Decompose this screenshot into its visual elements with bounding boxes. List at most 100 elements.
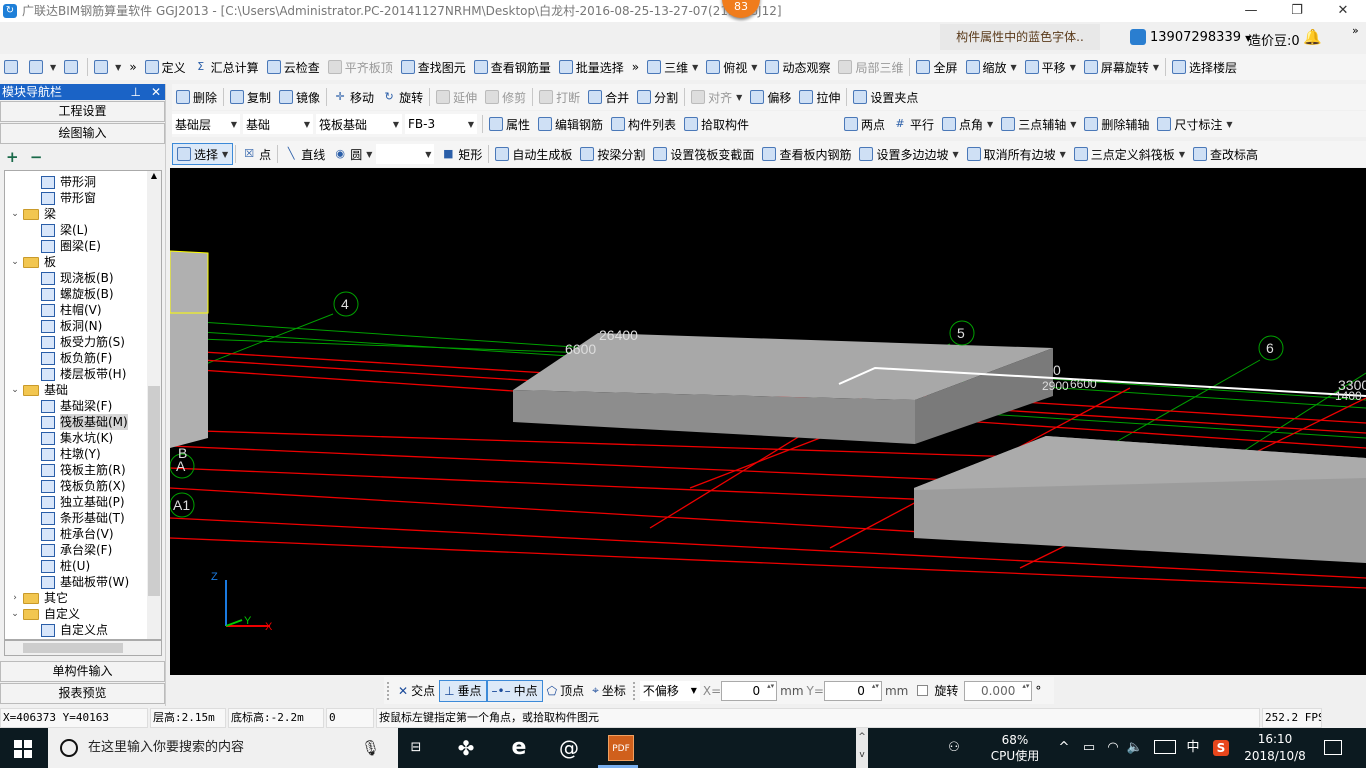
more-button[interactable]: »: [628, 56, 643, 78]
tree-item[interactable]: 带形窗: [5, 190, 161, 206]
user-account[interactable]: 13907298339 ▼: [1150, 30, 1251, 45]
keyboard-icon[interactable]: [1154, 740, 1176, 754]
tree-item[interactable]: 集水坑(K): [5, 430, 161, 446]
sigma-button[interactable]: Σ 汇总计算: [190, 56, 263, 78]
battery-icon[interactable]: ▭: [1080, 728, 1098, 768]
break-button[interactable]: 打断: [535, 86, 584, 108]
chevron-down-icon[interactable]: ▼: [366, 150, 372, 159]
tree-folder[interactable]: ⌄ 板: [5, 254, 161, 270]
chevron-down-icon[interactable]: ▼: [952, 150, 958, 159]
multi-slope-button[interactable]: 设置多边边坡 ▼: [855, 143, 962, 165]
screen-rotate-button[interactable]: 屏幕旋转 ▼: [1080, 56, 1163, 78]
tree-item[interactable]: 楼层板带(H): [5, 366, 161, 382]
tree-item[interactable]: 桩承台(V): [5, 526, 161, 542]
tree-item[interactable]: 筏板主筋(R): [5, 462, 161, 478]
define-button[interactable]: 定义: [141, 56, 190, 78]
chevron-down-icon[interactable]: ⌄: [9, 382, 21, 398]
split-button[interactable]: 分割: [633, 86, 682, 108]
type-select[interactable]: 筏板基础 ▼: [316, 114, 402, 134]
cancel-slope-button[interactable]: 取消所有边坡 ▼: [963, 143, 1070, 165]
snap-perpendicular-toggle[interactable]: ⊥ 垂点: [439, 679, 487, 702]
user-avatar-icon[interactable]: [1130, 29, 1146, 45]
properties-button[interactable]: 属性: [485, 113, 534, 135]
rotate-checkbox[interactable]: [917, 685, 929, 696]
tree-folder[interactable]: ⌄ 梁: [5, 206, 161, 222]
volume-icon[interactable]: 🔈: [1126, 728, 1144, 768]
chevron-down-icon[interactable]: ⌄: [9, 254, 21, 270]
top-view-button[interactable]: 俯视 ▼: [702, 56, 761, 78]
scroll-up-icon[interactable]: ▲: [147, 171, 161, 180]
member-select[interactable]: FB-3 ▼: [405, 114, 477, 134]
mirror-button[interactable]: 镜像: [275, 86, 324, 108]
tree-item[interactable]: 圈梁(E): [5, 238, 161, 254]
point-angle-button[interactable]: 点角 ▼: [938, 113, 997, 135]
select-floor-button[interactable]: 选择楼层: [1168, 56, 1241, 78]
collapse-all-icon[interactable]: −: [30, 148, 43, 166]
tree-item[interactable]: 筏板负筋(X): [5, 478, 161, 494]
y-offset-input[interactable]: 0: [823, 680, 882, 701]
windows-start-icon[interactable]: [14, 740, 32, 758]
cloud-check-button[interactable]: 云检查: [263, 56, 324, 78]
floor-select[interactable]: 基础层 ▼: [172, 114, 240, 134]
toolbar-grip[interactable]: [387, 681, 391, 700]
sogou-ime-icon[interactable]: S: [1213, 740, 1229, 756]
edit-rebar-button[interactable]: 编辑钢筋: [534, 113, 607, 135]
chevron-down-icon[interactable]: ▼: [1070, 120, 1076, 129]
edit-elevation-button[interactable]: 查改标高: [1189, 143, 1262, 165]
move-button[interactable]: ✛ 移动: [329, 86, 378, 108]
batch-select-button[interactable]: 批量选择: [555, 56, 628, 78]
tree-vertical-scrollbar[interactable]: ▲: [147, 171, 161, 639]
delete-brush-button[interactable]: 删除: [172, 86, 221, 108]
3d-viewport[interactable]: 4 5 6 B A A1 26400 6600 0 2900 6600 3300…: [169, 168, 1366, 675]
chevron-down-icon[interactable]: ▼: [1226, 120, 1232, 129]
open-folder-button[interactable]: ▼: [25, 56, 60, 78]
chevron-down-icon[interactable]: ▼: [987, 120, 993, 129]
chevron-down-icon[interactable]: ⌄: [9, 606, 21, 622]
rectangle-button[interactable]: ■ 矩形: [437, 143, 486, 165]
tree-item[interactable]: 带形洞: [5, 174, 161, 190]
task-view-icon[interactable]: ⊟: [404, 728, 428, 768]
align-top-button[interactable]: 平齐板顶: [324, 56, 397, 78]
report-preview-button[interactable]: 报表预览: [0, 683, 165, 704]
fan-app-icon[interactable]: ✤: [452, 728, 480, 768]
drawing-input-button[interactable]: 绘图输入: [0, 123, 165, 144]
close-icon[interactable]: ✕: [151, 85, 161, 99]
microphone-icon[interactable]: 🎙: [361, 728, 380, 768]
action-center-icon[interactable]: [1324, 740, 1342, 755]
three-point-axis-button[interactable]: 三点辅轴 ▼: [997, 113, 1080, 135]
merge-button[interactable]: 合并: [584, 86, 633, 108]
chevron-down-icon[interactable]: ▼: [222, 150, 228, 159]
snap-vertex-toggle[interactable]: ⬠ 顶点: [543, 680, 588, 702]
single-input-button[interactable]: 单构件输入: [0, 661, 165, 682]
cube-3d-button[interactable]: 三维 ▼: [643, 56, 702, 78]
orbit-button[interactable]: 动态观察: [761, 56, 834, 78]
hint-link[interactable]: 构件属性中的蓝色字体..: [940, 24, 1100, 50]
binoculars-button[interactable]: 查找图元: [397, 56, 470, 78]
minimize-button[interactable]: —: [1228, 0, 1274, 22]
raft-section-button[interactable]: 设置筏板变截面: [649, 143, 758, 165]
chevron-down-icon[interactable]: ⌄: [9, 206, 21, 222]
rotate-button[interactable]: ↻ 旋转: [378, 86, 427, 108]
save-button[interactable]: [60, 56, 85, 78]
three-point-slope-button[interactable]: 三点定义斜筏板 ▼: [1070, 143, 1189, 165]
tree-item[interactable]: 桩(U): [5, 558, 161, 574]
dimension-button[interactable]: 尺寸标注 ▼: [1153, 113, 1236, 135]
shape-mode-select[interactable]: ▼: [376, 144, 435, 164]
tree-item[interactable]: 螺旋板(B): [5, 286, 161, 302]
tree-folder[interactable]: ⌄ 基础: [5, 382, 161, 398]
chevron-down-icon[interactable]: ▼: [1060, 150, 1066, 159]
cpu-widget[interactable]: 68% CPU使用: [985, 732, 1045, 764]
more-button[interactable]: »: [125, 56, 140, 78]
chevron-down-icon[interactable]: ▼: [692, 63, 698, 72]
project-settings-button[interactable]: 工程设置: [0, 101, 165, 122]
category-select[interactable]: 基础 ▼: [243, 114, 313, 134]
drawing-canvas[interactable]: 4 5 6 B A A1 26400 6600 0 2900 6600 3300…: [169, 168, 1366, 675]
wifi-icon[interactable]: ◠: [1104, 728, 1122, 768]
local-3d-button[interactable]: 局部三维: [834, 56, 907, 78]
scroll-thumb[interactable]: [23, 643, 123, 653]
fullscreen-button[interactable]: 全屏: [912, 56, 961, 78]
auto-slab-button[interactable]: 自动生成板: [491, 143, 576, 165]
tree-item[interactable]: 板受力筋(S): [5, 334, 161, 350]
maximize-button[interactable]: ❐: [1274, 0, 1320, 22]
delete-axis-button[interactable]: 删除辅轴: [1080, 113, 1153, 135]
